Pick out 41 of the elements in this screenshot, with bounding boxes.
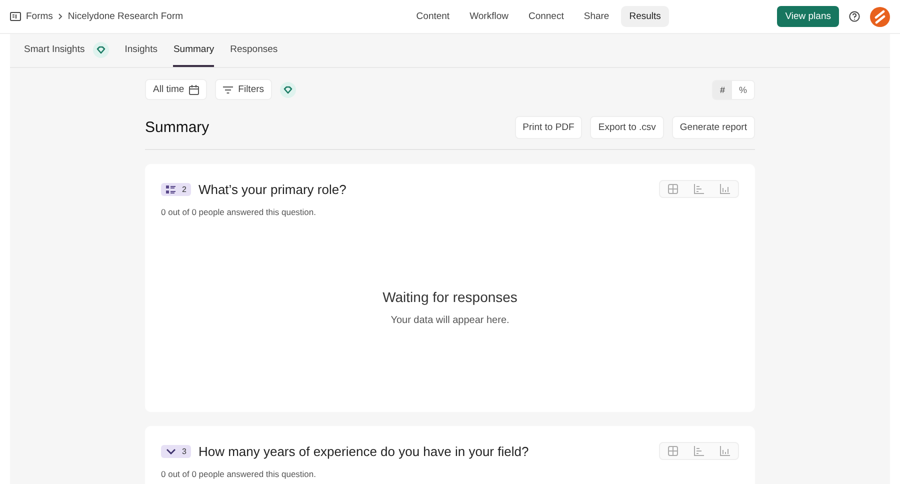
form-name: Nicelydone Research Form [68,11,184,22]
breadcrumb-link[interactable]: Forms [26,11,53,22]
section-title: Summary [145,119,210,136]
question-title: How many years of experience do you have in your field? [198,444,529,458]
nav-tab[interactable]: Content [408,6,458,27]
filters-button[interactable]: Filters [215,79,272,100]
format-toggle[interactable]: # [712,80,732,98]
chevron-down-icon [166,448,176,454]
sub-tab[interactable]: Responses [230,34,278,67]
nav-tab[interactable]: Workflow [462,6,516,27]
nav-tab[interactable]: Connect [520,6,572,27]
view-plans-button[interactable]: View plans [777,6,839,27]
forms-icon [10,12,21,21]
date-range-button[interactable]: All time [145,79,208,100]
format-toggle[interactable]: % [732,80,754,98]
answer-count: 0 out of 0 people answered this question. [161,469,317,479]
question-type-badge: 3 [161,444,192,458]
empty-state-text: Your data will appear here. [390,315,510,326]
chevron-right-icon [58,13,63,20]
sub-tab[interactable]: Smart Insights [24,34,109,67]
filter-icon [223,86,234,94]
action-button[interactable]: Print to PDF [514,116,582,139]
help-icon[interactable] [849,11,860,22]
empty-state-title: Waiting for responses [382,289,518,305]
sub-tab[interactable]: Summary [173,34,214,67]
action-button[interactable]: Export to .csv [590,116,664,139]
bar-chart-icon [694,184,704,194]
list-icon [166,184,176,194]
avatar-icon[interactable] [870,6,890,26]
answer-count: 0 out of 0 people answered this question. [161,207,317,217]
action-button[interactable]: Generate report [672,116,755,139]
calendar-icon [189,84,200,94]
column-chart-icon [720,446,730,456]
sub-tab[interactable]: Insights [124,34,158,67]
question-title: What’s your primary role? [198,182,346,196]
nav-tab[interactable]: Share [576,6,618,27]
bar-chart-icon [694,446,704,456]
column-chart-icon [720,184,730,194]
question-type-badge: 2 [161,182,192,196]
grid-icon [668,184,678,194]
grid-icon [668,446,678,456]
